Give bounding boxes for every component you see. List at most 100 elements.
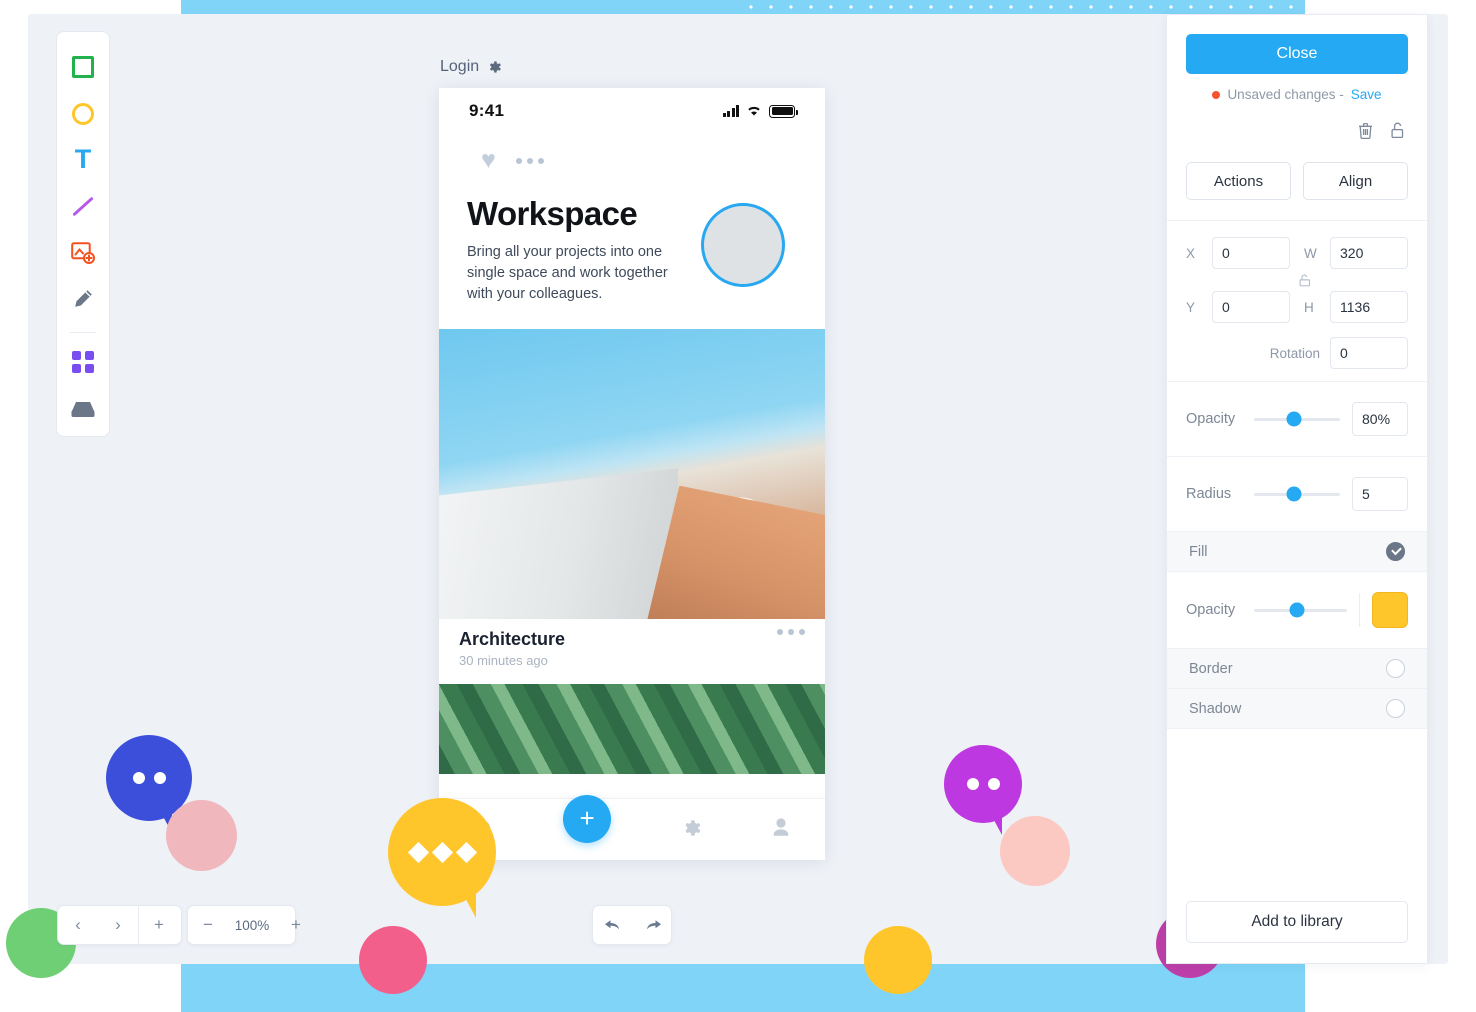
align-button[interactable]: Align <box>1303 162 1408 200</box>
x-input[interactable] <box>1212 237 1290 269</box>
status-bar: 9:41 <box>439 88 825 134</box>
fill-checkbox[interactable] <box>1386 542 1405 561</box>
text-icon: T <box>74 144 92 175</box>
chat-bubble-yellow <box>388 798 496 918</box>
prev-page-button[interactable]: ‹ <box>58 906 98 944</box>
bubble-dot <box>966 778 979 790</box>
rectangle-tool[interactable] <box>63 48 103 86</box>
zoom-in-button[interactable]: + <box>276 906 316 944</box>
components-tool[interactable] <box>63 343 103 381</box>
status-time: 9:41 <box>469 101 505 120</box>
object-icons <box>1167 102 1427 144</box>
line-icon <box>72 196 94 217</box>
avatar-user-pink-bubble[interactable] <box>166 800 237 871</box>
fill-label: Fill <box>1189 543 1208 560</box>
opacity-row: Opacity <box>1167 381 1427 456</box>
save-link[interactable]: Save <box>1351 87 1382 102</box>
pencil-tool[interactable] <box>63 280 103 318</box>
unlock-icon[interactable] <box>1391 122 1405 144</box>
phone-artboard[interactable]: 9:41 ♥ Workspace Bring all your projects… <box>439 88 825 860</box>
shadow-checkbox[interactable] <box>1386 699 1405 718</box>
rotation-row: Rotation <box>1186 337 1408 369</box>
y-label: Y <box>1186 299 1196 315</box>
radius-slider-knob[interactable] <box>1286 486 1302 502</box>
status-icons <box>722 104 798 118</box>
radius-slider[interactable] <box>1254 486 1340 502</box>
grid-icon <box>72 351 94 374</box>
divider <box>1359 593 1360 627</box>
properties-panel: Close Unsaved changes - Save Actions Ali… <box>1166 14 1428 964</box>
tab-settings-gear-icon[interactable] <box>680 817 702 843</box>
opacity-slider[interactable] <box>1254 411 1340 427</box>
image-add-icon <box>71 241 95 264</box>
fill-color-swatch[interactable] <box>1372 592 1408 628</box>
radius-row: Radius <box>1167 456 1427 531</box>
tab-add[interactable]: + <box>563 794 612 843</box>
trash-icon[interactable] <box>1358 122 1373 144</box>
avatar-user-rose[interactable] <box>359 926 427 994</box>
fill-opacity-row: Opacity <box>1167 571 1427 648</box>
bubble-dot <box>132 772 145 784</box>
leaves-photo[interactable] <box>439 684 825 775</box>
border-label: Border <box>1189 660 1233 677</box>
chat-bubble-purple <box>944 745 1022 835</box>
card-timestamp: 30 minutes ago <box>459 653 548 669</box>
page-controls: ‹ › + <box>57 905 182 945</box>
text-tool[interactable]: T <box>63 141 103 179</box>
h-input[interactable] <box>1330 291 1408 323</box>
opacity-slider-knob[interactable] <box>1286 411 1302 427</box>
toolbar-divider <box>70 332 96 334</box>
add-to-library-button[interactable]: Add to library <box>1186 901 1408 943</box>
bubble-dot <box>987 778 1000 790</box>
gear-icon[interactable] <box>486 59 502 75</box>
line-tool[interactable] <box>63 187 103 225</box>
tray-icon <box>71 401 95 417</box>
assets-tool[interactable] <box>63 390 103 428</box>
zoom-out-button[interactable]: − <box>188 906 228 944</box>
card-meta: Architecture 30 minutes ago <box>439 619 825 668</box>
actions-button[interactable]: Actions <box>1186 162 1291 200</box>
undo-arrow-icon[interactable] <box>593 906 633 944</box>
pencil-icon <box>75 290 92 307</box>
heart-icon[interactable]: ♥ <box>481 148 496 173</box>
rotation-input[interactable] <box>1330 337 1408 369</box>
fill-opacity-slider-knob[interactable] <box>1289 602 1305 618</box>
shadow-toggle-row[interactable]: Shadow <box>1167 688 1427 728</box>
zoom-controls: − 100% + <box>187 905 301 945</box>
artboard-label[interactable]: Login <box>440 58 502 76</box>
ellipse-tool[interactable] <box>63 94 103 132</box>
actions-row: Actions Align <box>1167 144 1427 220</box>
lock-ratio-icon[interactable] <box>1202 274 1408 287</box>
opacity-input[interactable] <box>1352 402 1408 436</box>
w-input[interactable] <box>1330 237 1408 269</box>
avatar-user-peach[interactable] <box>1000 816 1070 886</box>
unsaved-text: Unsaved changes - <box>1227 87 1344 102</box>
radius-input[interactable] <box>1352 477 1408 511</box>
artboard-name: Login <box>440 58 480 75</box>
signal-icon <box>722 105 739 117</box>
geometry-row-yh: Y H <box>1186 291 1408 323</box>
card-more-icon[interactable] <box>777 629 805 636</box>
shadow-label: Shadow <box>1189 700 1242 717</box>
panel-spacer <box>1167 728 1427 901</box>
wifi-icon <box>748 106 760 116</box>
border-checkbox[interactable] <box>1386 659 1405 678</box>
person-icon[interactable] <box>771 817 791 842</box>
decor-band-bottom <box>181 962 1305 1012</box>
decor-dot-row <box>741 3 1301 11</box>
architecture-photo[interactable] <box>439 329 825 620</box>
history-controls <box>592 905 672 945</box>
next-page-button[interactable]: › <box>98 906 138 944</box>
add-page-button[interactable]: + <box>139 906 179 944</box>
y-input[interactable] <box>1212 291 1290 323</box>
image-tool[interactable] <box>63 234 103 272</box>
bubble-dot <box>407 841 429 863</box>
radius-label: Radius <box>1186 486 1232 502</box>
redo-arrow-icon[interactable] <box>633 906 673 944</box>
border-toggle-row[interactable]: Border <box>1167 648 1427 688</box>
fill-opacity-slider[interactable] <box>1254 602 1347 618</box>
fill-toggle-row[interactable]: Fill <box>1167 531 1427 571</box>
more-dots-icon[interactable] <box>515 157 544 164</box>
avatar-user-yellow[interactable] <box>864 926 932 994</box>
close-button[interactable]: Close <box>1186 34 1408 74</box>
